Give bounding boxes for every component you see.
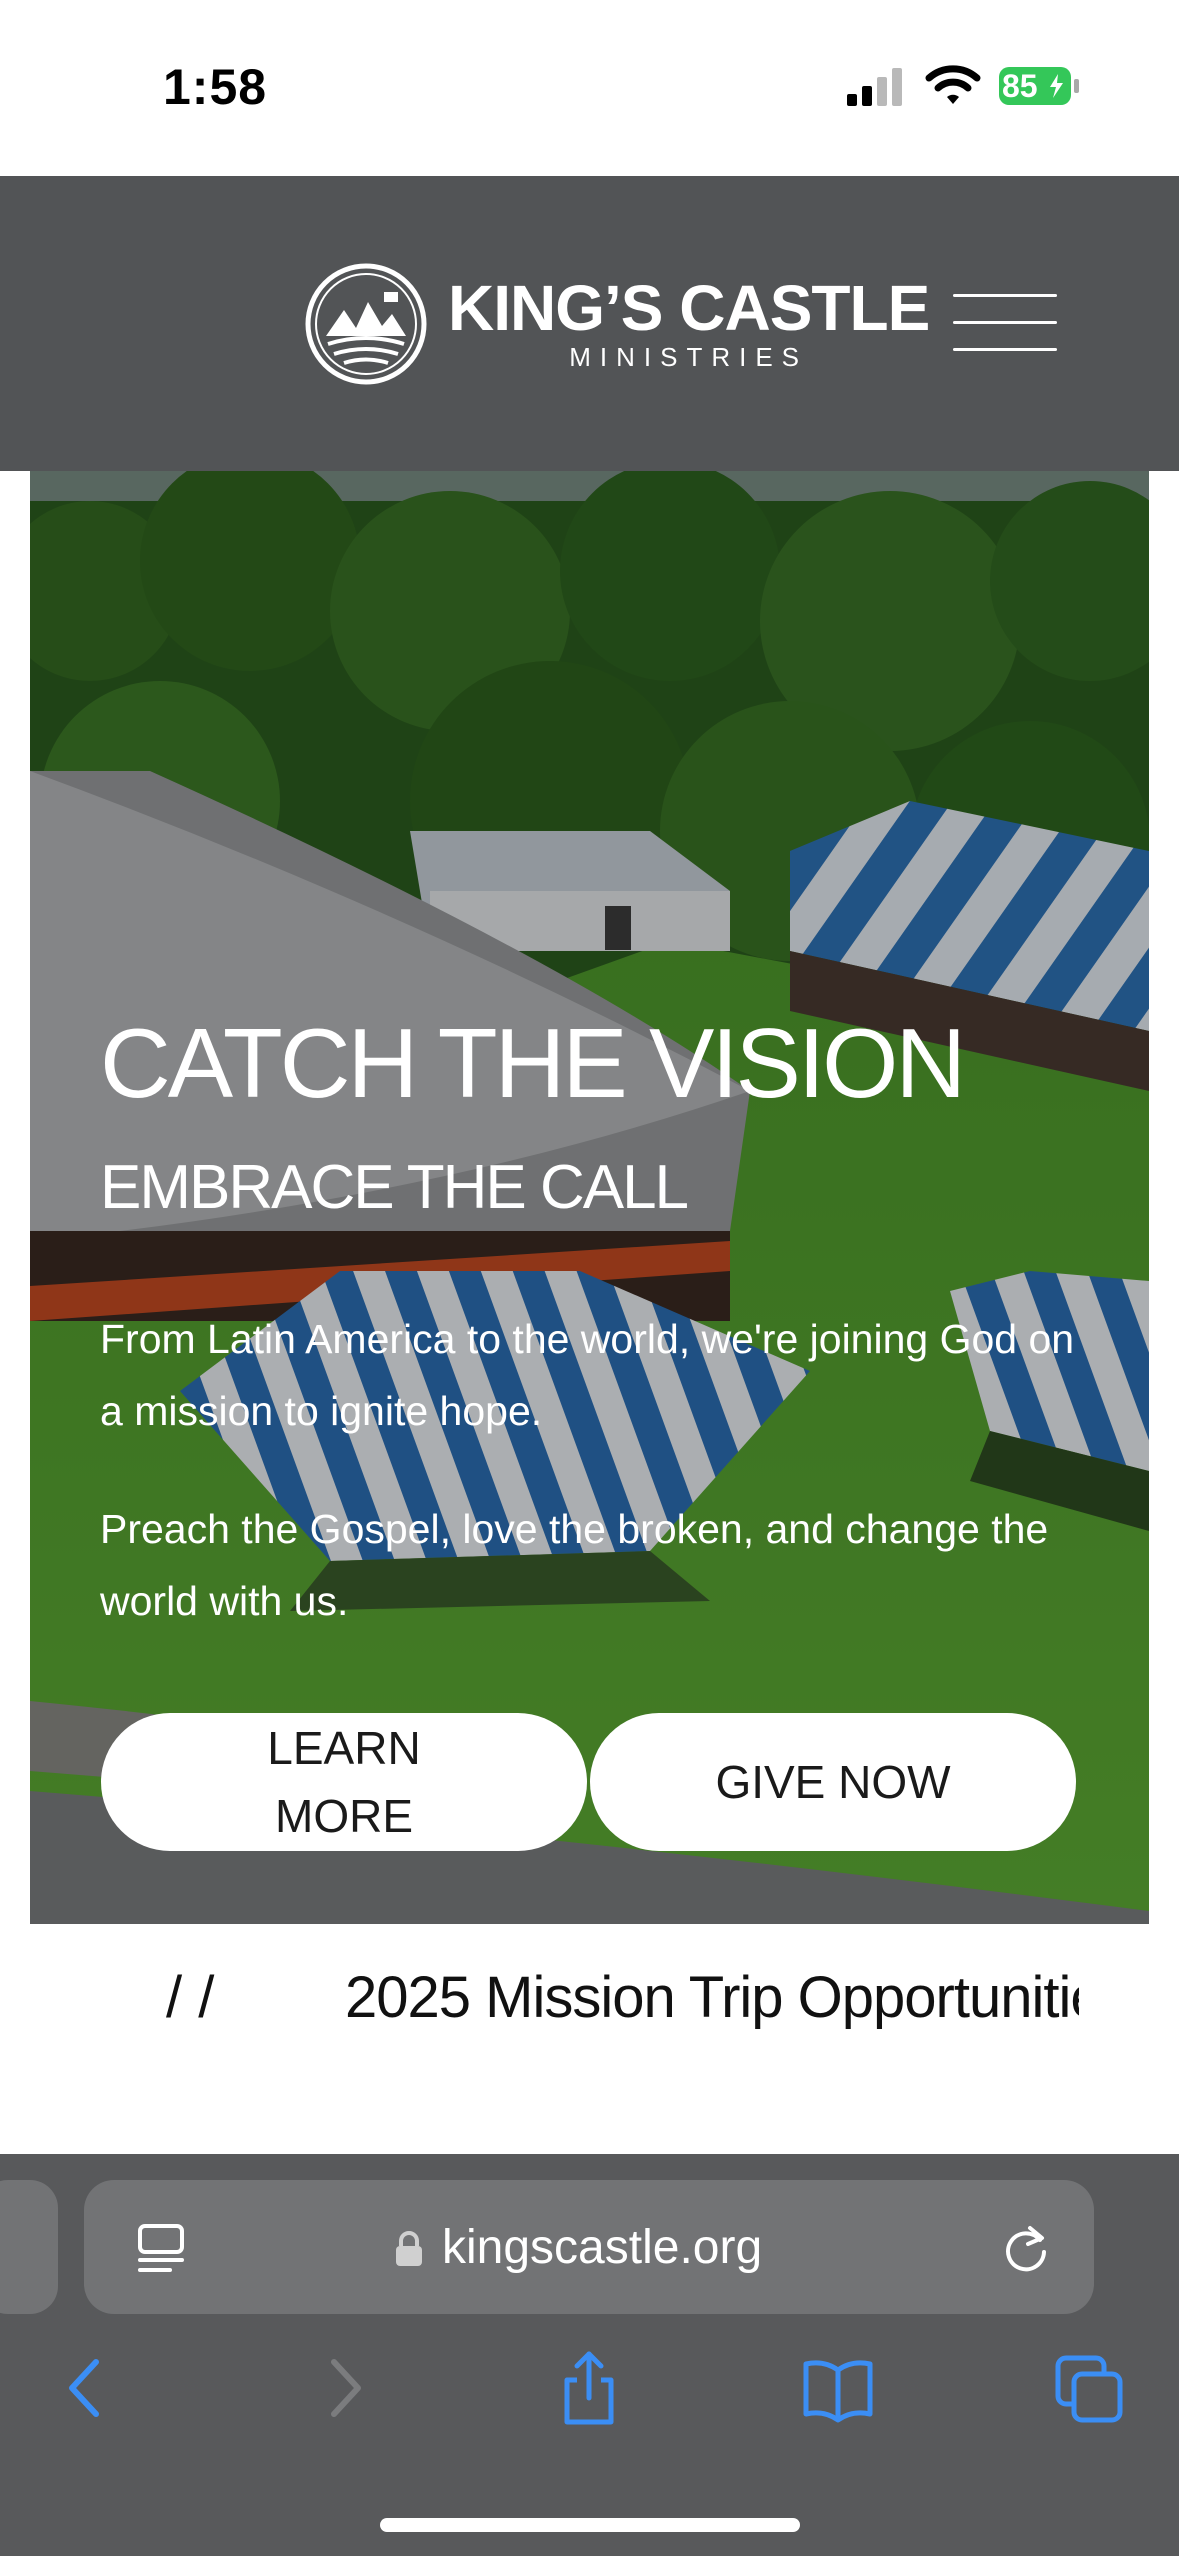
announcement-ticker[interactable]: / / 2025 Mission Trip Opportunities <box>0 1924 1179 2154</box>
home-indicator[interactable] <box>380 2518 800 2532</box>
status-time: 1:58 <box>163 59 268 115</box>
reload-icon[interactable] <box>1000 2222 1052 2274</box>
wifi-icon <box>925 65 981 104</box>
address-bar[interactable]: kingscastle.org <box>84 2180 1094 2314</box>
back-icon[interactable] <box>50 2348 126 2428</box>
lock-icon <box>396 2231 422 2266</box>
status-bar: 1:58 85 <box>0 0 1179 176</box>
castle-logo-icon <box>305 263 427 385</box>
give-now-label: GIVE NOW <box>715 1756 951 1808</box>
bookmarks-icon[interactable] <box>800 2348 876 2428</box>
forward-icon[interactable] <box>304 2348 380 2428</box>
logo-subtitle: MINISTRIES <box>569 342 809 372</box>
share-icon[interactable] <box>551 2348 627 2428</box>
logo-title: KING’S CASTLE <box>448 272 930 344</box>
battery-level: 85 <box>1002 68 1038 104</box>
ticker-text: 2025 Mission Trip Opportunities <box>345 1965 1079 2030</box>
hamburger-menu-icon[interactable] <box>953 290 1061 356</box>
hero-title: CATCH THE VISION <box>100 1008 966 1118</box>
tabs-icon[interactable] <box>1052 2348 1128 2428</box>
previous-tab-preview[interactable] <box>0 2180 58 2314</box>
learn-more-label: LEARN MORE <box>267 1722 421 1842</box>
hero-paragraph-1: From Latin America to the world, we're j… <box>100 1316 1075 1434</box>
reader-icon[interactable] <box>136 2222 186 2276</box>
site-logo[interactable]: KING’S CASTLE MINISTRIES <box>304 262 930 386</box>
hero-paragraph-2: Preach the Gospel, love the broken, and … <box>100 1506 1049 1624</box>
url-text: kingscastle.org <box>442 2221 763 2274</box>
give-now-button[interactable]: GIVE NOW <box>590 1713 1076 1851</box>
hero-subtitle: EMBRACE THE CALL <box>100 1153 689 1222</box>
ticker-separator: / / <box>166 1965 215 2030</box>
learn-more-button[interactable]: LEARN MORE <box>101 1713 587 1851</box>
hero-section: CATCH THE VISION EMBRACE THE CALL From L… <box>30 471 1149 1924</box>
browser-toolbar: kingscastle.org <box>0 2154 1179 2556</box>
cellular-signal-icon <box>847 68 902 106</box>
